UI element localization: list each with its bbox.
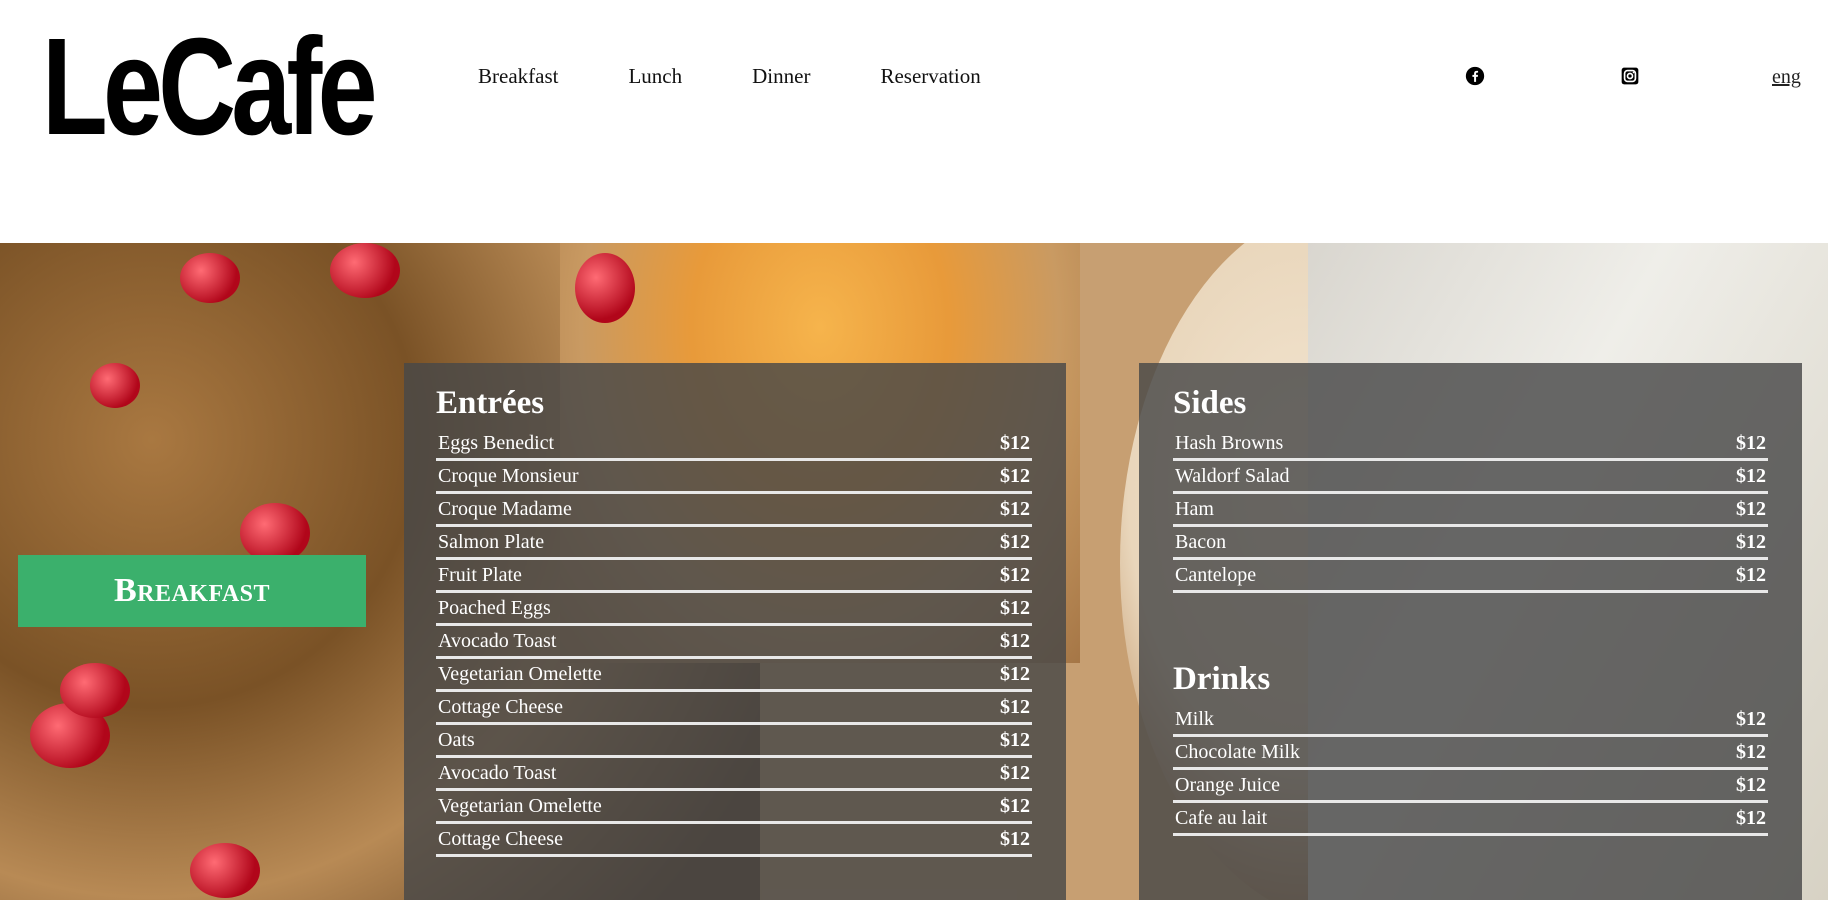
menu-item-price: $12	[1000, 761, 1030, 784]
menu-item: Waldorf Salad $12	[1173, 461, 1768, 494]
menu-item-name: Avocado Toast	[438, 761, 557, 784]
menu-item-name: Croque Monsieur	[438, 464, 579, 487]
menu-item: Avocado Toast $12	[436, 626, 1032, 659]
instagram-icon[interactable]	[1620, 66, 1640, 86]
menu-item-name: Eggs Benedict	[438, 431, 555, 454]
menu-item: Croque Madame $12	[436, 494, 1032, 527]
menu-item-price: $12	[1000, 464, 1030, 487]
menu-item: Avocado Toast $12	[436, 758, 1032, 791]
menu-item-price: $12	[1736, 530, 1766, 553]
menu-item-name: Vegetarian Omelette	[438, 794, 602, 817]
menu-item-price: $12	[1000, 794, 1030, 817]
menu-item-name: Milk	[1175, 707, 1214, 730]
menu-item-name: Orange Juice	[1175, 773, 1280, 796]
drinks-list: Milk $12 Chocolate Milk $12 Orange Juice $12 C…	[1173, 704, 1768, 836]
sides-title: Sides	[1173, 385, 1247, 421]
menu-item: Ham $12	[1173, 494, 1768, 527]
menu-item: Poached Eggs $12	[436, 593, 1032, 626]
menu-item: Hash Browns $12	[1173, 428, 1768, 461]
menu-item: Cottage Cheese $12	[436, 692, 1032, 725]
menu-item: Salmon Plate $12	[436, 527, 1032, 560]
menu-item-price: $12	[1736, 464, 1766, 487]
menu-item-price: $12	[1736, 497, 1766, 520]
menu-item-name: Fruit Plate	[438, 563, 522, 586]
menu-item: Cantelope $12	[1173, 560, 1768, 593]
breakfast-banner: Breakfast	[18, 555, 366, 627]
menu-item: Milk $12	[1173, 704, 1768, 737]
nav-lunch[interactable]: Lunch	[628, 64, 682, 89]
menu-item-name: Avocado Toast	[438, 629, 557, 652]
sides-list: Hash Browns $12 Waldorf Salad $12 Ham $12 Baco…	[1173, 428, 1768, 593]
menu-item: Chocolate Milk $12	[1173, 737, 1768, 770]
nav-dinner[interactable]: Dinner	[752, 64, 810, 89]
menu-item-name: Bacon	[1175, 530, 1227, 553]
menu-item-price: $12	[1736, 773, 1766, 796]
menu-item: Vegetarian Omelette $12	[436, 791, 1032, 824]
menu-item-name: Chocolate Milk	[1175, 740, 1300, 763]
menu-item: Fruit Plate $12	[436, 560, 1032, 593]
menu-item-name: Cafe au lait	[1175, 806, 1268, 829]
breakfast-hero: Breakfast Entrées Eggs Benedict $12 Croque…	[0, 243, 1828, 900]
menu-item-price: $12	[1000, 497, 1030, 520]
site-logo[interactable]: LeCafe	[42, 18, 378, 156]
menu-item-name: Waldorf Salad	[1175, 464, 1290, 487]
menu-item-price: $12	[1736, 740, 1766, 763]
menu-item: Orange Juice $12	[1173, 770, 1768, 803]
menu-item-price: $12	[1000, 431, 1030, 454]
menu-item-price: $12	[1736, 431, 1766, 454]
menu-item: Croque Monsieur $12	[436, 461, 1032, 494]
menu-item-name: Salmon Plate	[438, 530, 545, 553]
menu-item: Cafe au lait $12	[1173, 803, 1768, 836]
drinks-title: Drinks	[1173, 661, 1271, 697]
menu-item-price: $12	[1000, 629, 1030, 652]
menu-item-price: $12	[1000, 530, 1030, 553]
main-nav: Breakfast Lunch Dinner Reservation	[478, 64, 981, 89]
sides-drinks-panel: Sides Hash Browns $12 Waldorf Salad $12 Ham $…	[1139, 363, 1802, 900]
menu-item-price: $12	[1736, 707, 1766, 730]
menu-item-name: Vegetarian Omelette	[438, 662, 602, 685]
menu-item-name: Cottage Cheese	[438, 695, 563, 718]
menu-item-name: Poached Eggs	[438, 596, 551, 619]
menu-item: Bacon $12	[1173, 527, 1768, 560]
menu-item-price: $12	[1736, 563, 1766, 586]
entrees-list: Eggs Benedict $12 Croque Monsieur $12 Croque…	[436, 428, 1032, 857]
nav-reservation[interactable]: Reservation	[880, 64, 980, 89]
entrees-panel: Entrées Eggs Benedict $12 Croque Monsieur $…	[404, 363, 1066, 900]
menu-item-price: $12	[1000, 695, 1030, 718]
language-link[interactable]: eng	[1772, 66, 1801, 89]
menu-item-name: Ham	[1175, 497, 1214, 520]
entrees-title: Entrées	[436, 385, 545, 421]
menu-item-price: $12	[1000, 596, 1030, 619]
menu-item-name: Hash Browns	[1175, 431, 1284, 454]
menu-item-price: $12	[1736, 806, 1766, 829]
menu-item-price: $12	[1000, 662, 1030, 685]
nav-breakfast[interactable]: Breakfast	[478, 64, 558, 89]
menu-item-price: $12	[1000, 563, 1030, 586]
menu-item: Vegetarian Omelette $12	[436, 659, 1032, 692]
menu-item-price: $12	[1000, 728, 1030, 751]
facebook-icon[interactable]	[1465, 66, 1485, 86]
menu-item: Oats $12	[436, 725, 1032, 758]
menu-item: Cottage Cheese $12	[436, 824, 1032, 857]
menu-item-name: Oats	[438, 728, 475, 751]
menu-item-name: Cantelope	[1175, 563, 1257, 586]
menu-item-name: Cottage Cheese	[438, 827, 563, 850]
menu-item-name: Croque Madame	[438, 497, 572, 520]
menu-item-price: $12	[1000, 827, 1030, 850]
menu-item: Eggs Benedict $12	[436, 428, 1032, 461]
